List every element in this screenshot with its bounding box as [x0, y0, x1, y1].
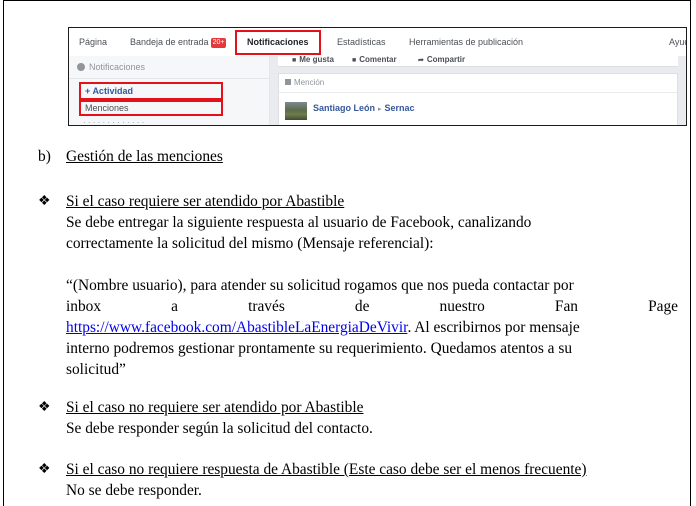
notifications-main: ■ Me gusta ■ Comentar ➦ Compartir Mención S…: [270, 55, 686, 125]
case1-line2: correctamente la solicitud del mismo (Me…: [66, 235, 434, 252]
quote-line5: solicitud”: [66, 361, 126, 378]
share-icon: ➦: [418, 57, 424, 64]
sidebar-cut-off-item: · · · · · · · · · · · · ·: [83, 118, 145, 126]
case1-title: Si el caso requiere ser atendido por Aba…: [66, 193, 345, 210]
tab-bandeja-de-entrada[interactable]: Bandeja de entrada 20+: [130, 37, 227, 48]
case2-title: Si el caso no requiere ser atendido por …: [66, 399, 364, 416]
comment-label: Comentar: [359, 55, 397, 64]
mention-card: Mención Santiago León ▸ Sernac: [278, 73, 678, 125]
comment-button[interactable]: ■ Comentar: [352, 55, 397, 64]
quote-word: través: [248, 298, 285, 315]
sidebar-header-label: Notificaciones: [89, 62, 146, 72]
quote-word: nuestro: [439, 298, 485, 315]
quote-line1: “(Nombre usuario), para atender su solic…: [66, 277, 574, 294]
author-link[interactable]: Santiago León: [313, 103, 375, 113]
page-link[interactable]: Sernac: [385, 103, 415, 113]
share-button[interactable]: ➦ Compartir: [418, 55, 465, 64]
facebook-tab-bar: Página Bandeja de entrada 20+ Notificacio…: [69, 28, 686, 57]
sidebar-header: Notificaciones: [77, 62, 145, 72]
post-action-bar: ■ Me gusta ■ Comentar ➦ Compartir: [278, 55, 678, 67]
tab-pagina[interactable]: Página: [79, 37, 107, 47]
fan-page-link[interactable]: https://www.facebook.com/AbastibleLaEner…: [66, 319, 407, 336]
tab-herramientas[interactable]: Herramientas de publicación: [409, 37, 523, 47]
bullet-icon: ❖: [38, 400, 51, 415]
like-button[interactable]: ■ Me gusta: [292, 55, 334, 64]
inbox-count-badge: 20+: [210, 38, 227, 48]
quote-word: Fan: [554, 298, 578, 315]
quote-line3: https://www.facebook.com/AbastibleLaEner…: [66, 317, 678, 338]
case1-line1: Se debe entregar la siguiente respuesta …: [66, 214, 532, 231]
card-divider: [279, 92, 677, 93]
notifications-sidebar: Notificaciones + Actividad Menciones · ·…: [69, 56, 270, 125]
quote-word: de: [354, 298, 370, 315]
quote-line4: interno podremos gestionar prontamente s…: [66, 340, 573, 357]
tab-ayuda[interactable]: Ayud: [669, 37, 686, 47]
sidebar-item-actividad[interactable]: + Actividad: [79, 82, 223, 100]
tab-bandeja-label: Bandeja de entrada: [130, 37, 209, 47]
quote-word: a: [171, 298, 178, 315]
sidebar-item-menciones[interactable]: Menciones: [79, 100, 223, 116]
bullet-icon: ❖: [38, 462, 51, 477]
case3-body: No se debe responder.: [66, 482, 202, 499]
avatar[interactable]: [285, 102, 307, 120]
thumbs-up-icon: ■: [292, 57, 297, 64]
post-meta: Santiago León ▸ Sernac: [313, 103, 415, 113]
quote-line3-rest: . Al escribirnos por mensaje: [407, 319, 580, 336]
section-title: Gestión de las menciones: [66, 148, 223, 165]
section-marker: b): [38, 148, 51, 165]
flag-icon: [285, 79, 291, 85]
facebook-screenshot: Página Bandeja de entrada 20+ Notificacio…: [68, 27, 687, 126]
case3-title: Si el caso no requiere respuesta de Abas…: [66, 461, 587, 478]
comment-icon: ■: [352, 57, 357, 64]
quote-word: inbox: [66, 298, 102, 315]
sidebar-divider: [69, 78, 269, 79]
quote-word: Page: [648, 298, 678, 315]
bullet-icon: ❖: [38, 194, 51, 209]
sidebar-item-actividad-label: Actividad: [92, 86, 133, 96]
like-label: Me gusta: [299, 55, 334, 64]
share-label: Compartir: [426, 55, 466, 64]
tab-notificaciones[interactable]: Notificaciones: [235, 30, 321, 55]
quote-line2: inbox a través de nuestro Fan Page: [66, 296, 678, 317]
mention-card-header: Mención: [285, 78, 324, 87]
arrow-right-icon: ▸: [378, 106, 382, 113]
tab-estadisticas[interactable]: Estadísticas: [337, 37, 386, 47]
mention-card-header-label: Mención: [294, 78, 325, 87]
globe-icon: [77, 63, 85, 71]
case2-body: Se debe responder según la solicitud del…: [66, 420, 373, 437]
